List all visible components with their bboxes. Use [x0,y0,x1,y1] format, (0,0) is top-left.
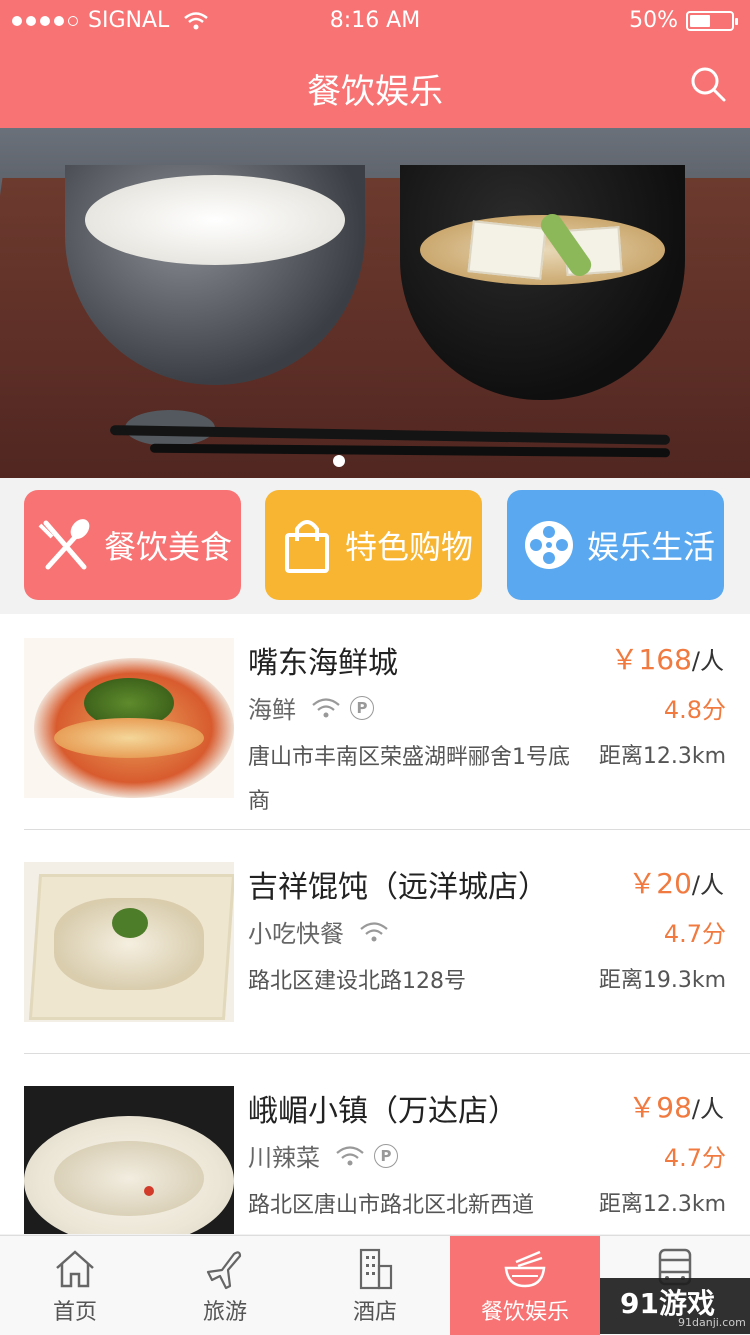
status-bar: SIGNAL 8:16 AM 50% [0,6,750,36]
restaurant-thumbnail [24,1086,234,1234]
restaurant-thumbnail [24,638,234,798]
banner-image-tofu [467,220,547,280]
restaurant-address: 唐山市丰南区荣盛湖畔郦舍1号底商 [248,745,570,814]
battery-icon [686,10,738,31]
tab-label: 酒店 [352,1300,397,1325]
battery-percent: 50% [629,8,678,33]
bowl-icon [504,1250,546,1288]
search-icon[interactable] [688,64,728,104]
category-label: 餐饮美食 [104,528,233,566]
category-entertainment-button[interactable]: 娱乐生活 [507,490,724,600]
list-item[interactable]: 吉祥馄饨（远洋城店） ￥20/人 小吃快餐 4.7分 路北区建设北路128号 距… [24,838,750,1062]
price-value: ￥20 [628,867,692,900]
restaurant-list[interactable]: 嘴东海鲜城 ￥168/人 海鲜 P 4.8分 唐山市丰南区荣盛湖畔郦舍1号底商 … [0,614,750,1234]
tab-label: 餐饮娱乐 [480,1300,569,1325]
restaurant-category: 海鲜 [248,696,296,724]
price-unit: /人 [691,871,724,899]
restaurant-price: ￥168/人 [610,638,724,678]
parking-icon: P [350,695,374,720]
restaurant-address: 路北区唐山市路北区北新西道 [248,1193,535,1218]
building-icon [359,1248,393,1290]
list-item[interactable]: 峨嵋小镇（万达店） ￥98/人 川辣菜 P 4.7分 路北区唐山市路北区北新西道… [24,1062,750,1234]
list-divider [24,1053,750,1054]
restaurant-distance: 距离19.3km [598,968,726,993]
tab-dining-entertainment[interactable]: 餐饮娱乐 [450,1236,600,1335]
parking-icon: P [374,1143,398,1168]
restaurant-distance: 距离12.3km [598,744,726,769]
battery-indicator: 50% [629,8,738,33]
restaurant-tags: 海鲜 P [248,690,374,725]
tab-hotel[interactable]: 酒店 [300,1236,450,1335]
restaurant-rating: 4.8分 [663,696,726,724]
film-reel-icon [525,521,573,569]
restaurant-address: 路北区建设北路128号 [248,969,466,994]
list-item[interactable]: 嘴东海鲜城 ￥168/人 海鲜 P 4.8分 唐山市丰南区荣盛湖畔郦舍1号底商 … [24,614,750,838]
home-icon [56,1250,94,1288]
category-label: 特色购物 [345,528,474,566]
price-unit: /人 [691,647,724,675]
banner-image-rice [85,175,345,265]
app-header: SIGNAL 8:16 AM 50% 餐饮娱乐 [0,0,750,128]
carousel-page-dot[interactable] [333,455,345,467]
restaurant-thumbnail [24,862,234,1022]
category-label: 娱乐生活 [587,528,716,566]
list-divider [24,829,750,830]
wifi-icon [312,697,340,717]
restaurant-tags: 川辣菜 P [248,1138,398,1173]
tab-label: 旅游 [202,1300,247,1325]
restaurant-distance: 距离12.3km [598,1192,726,1217]
airplane-icon [206,1251,242,1290]
category-dining-button[interactable]: 餐饮美食 [24,490,241,600]
page-title: 餐饮娱乐 [307,72,443,112]
restaurant-name: 嘴东海鲜城 [248,646,398,681]
tab-label: 首页 [52,1300,97,1325]
tab-travel[interactable]: 旅游 [150,1236,300,1335]
price-unit: /人 [691,1095,724,1123]
restaurant-price: ￥20/人 [628,862,724,902]
fork-spoon-icon [38,519,90,570]
restaurant-rating: 4.7分 [663,920,726,948]
restaurant-tags: 小吃快餐 [248,914,390,949]
wifi-icon [336,1145,364,1165]
price-value: ￥168 [610,643,692,676]
restaurant-category: 小吃快餐 [248,920,344,948]
restaurant-category: 川辣菜 [248,1144,320,1172]
tab-home[interactable]: 首页 [0,1236,150,1335]
shopping-bag-icon [285,520,329,573]
banner-carousel[interactable] [0,128,750,478]
wifi-icon [360,921,388,941]
restaurant-name: 吉祥馄饨（远洋城店） [248,870,548,905]
category-buttons: 餐饮美食 特色购物 娱乐生活 [0,478,750,613]
watermark-subtext: 91danji.com [678,1316,746,1329]
restaurant-price: ￥98/人 [628,1086,724,1126]
price-value: ￥98 [628,1091,692,1124]
watermark-logo: 91游戏 91danji.com [600,1278,750,1334]
category-shopping-button[interactable]: 特色购物 [265,490,482,600]
restaurant-rating: 4.7分 [663,1144,726,1172]
restaurant-name: 峨嵋小镇（万达店） [248,1094,518,1129]
